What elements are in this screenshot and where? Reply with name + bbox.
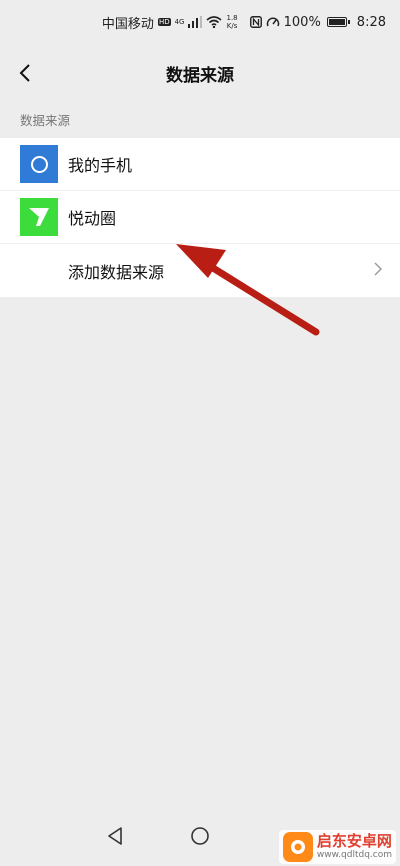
data-source-list: 我的手机 悦动圈 添加数据来源 xyxy=(0,138,400,297)
list-item-yuedong[interactable]: 悦动圈 xyxy=(0,191,400,244)
list-item-label: 我的手机 xyxy=(68,156,133,175)
watermark: 启东安卓网 www.qdltdq.com xyxy=(278,830,396,864)
net-speed-value: 1.8 xyxy=(226,14,238,22)
watermark-url: www.qdltdq.com xyxy=(316,850,392,860)
section-label: 数据来源 xyxy=(20,113,71,128)
speedometer-icon xyxy=(266,16,280,28)
add-source-label: 添加数据来源 xyxy=(68,262,165,282)
list-item-my-phone[interactable]: 我的手机 xyxy=(0,138,400,191)
triangle-back-icon[interactable] xyxy=(106,826,124,846)
chevron-left-icon xyxy=(19,64,30,82)
nfc-icon xyxy=(249,16,262,28)
battery-percent: 100% xyxy=(283,14,321,30)
net-speed-unit: K/s xyxy=(226,22,238,30)
chevron-right-icon xyxy=(374,262,382,276)
battery-icon xyxy=(326,17,350,27)
hd-badge: HD xyxy=(157,18,171,26)
phone-circle-icon xyxy=(20,145,58,183)
annotation-arrow xyxy=(176,244,320,336)
list-item-label: 悦动圈 xyxy=(68,209,117,228)
watermark-name: 启东安卓网 xyxy=(316,832,392,850)
page-title: 数据来源 xyxy=(166,65,234,86)
net-speed: 1.8 K/s xyxy=(226,14,237,30)
add-data-source-item[interactable]: 添加数据来源 xyxy=(0,244,400,297)
nav-header: 数据来源 xyxy=(0,44,400,102)
carrier-text: 中国移动 xyxy=(101,16,154,32)
signal-icon xyxy=(188,16,203,28)
yuedong-logo-icon xyxy=(20,198,58,236)
clock: 8:28 xyxy=(356,14,386,30)
back-button[interactable] xyxy=(10,58,40,88)
status-bar: 中国移动 HD 4G 1.8 K/s 100% 8:28 xyxy=(0,0,400,44)
network-type: 4G xyxy=(174,18,185,26)
circle-home-icon[interactable] xyxy=(190,826,210,846)
watermark-logo-icon xyxy=(282,832,313,862)
wifi-icon xyxy=(206,16,223,28)
